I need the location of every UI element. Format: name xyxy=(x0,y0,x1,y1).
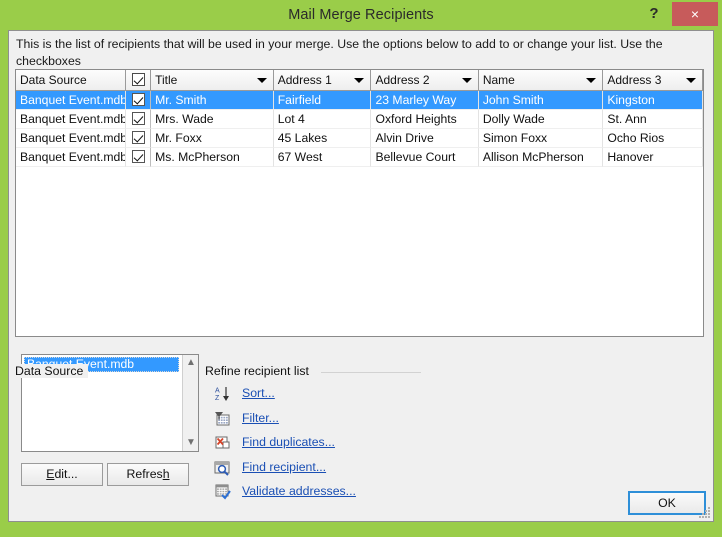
chevron-down-icon[interactable] xyxy=(256,78,267,83)
grid-header-label: Name xyxy=(482,73,515,87)
grid-header-cell-address-1[interactable]: Address 1 xyxy=(273,70,372,90)
cell-name: Allison McPherson xyxy=(478,148,604,167)
refine-item-label[interactable]: Filter... xyxy=(242,410,279,427)
cell-address1: Lot 4 xyxy=(273,110,372,129)
cell-address1: Fairfield xyxy=(273,91,372,110)
grid-header-select-all-checkbox[interactable] xyxy=(126,70,152,90)
row-include-checkbox[interactable] xyxy=(126,148,152,167)
find-duplicates-icon xyxy=(215,436,230,449)
chevron-up-icon[interactable]: ▲ xyxy=(183,355,199,371)
grid-header-cell-name[interactable]: Name xyxy=(478,70,604,90)
check-icon[interactable] xyxy=(131,73,145,86)
grid-header-label: Address 3 xyxy=(607,73,662,87)
refine-item-label[interactable]: Find duplicates... xyxy=(242,434,335,451)
window-title: Mail Merge Recipients xyxy=(288,7,434,23)
cell-data-source: Banquet Event.mdb xyxy=(16,129,127,148)
grid-header-cell-address-2[interactable]: Address 2 xyxy=(371,70,479,90)
cell-address3: Ocho Rios xyxy=(603,129,703,148)
grid-header-cell-title[interactable]: Title xyxy=(151,70,274,90)
chevron-down-icon[interactable] xyxy=(686,78,697,83)
cell-title: Mr. Foxx xyxy=(151,129,274,148)
grid-header-cell-address-3[interactable]: Address 3 xyxy=(603,70,703,90)
refresh-button-accel: h xyxy=(162,467,170,481)
check-icon[interactable] xyxy=(131,112,145,125)
cell-title: Ms. McPherson xyxy=(151,148,274,167)
refine-group-rule xyxy=(321,372,421,373)
cell-data-source: Banquet Event.mdb xyxy=(16,148,127,167)
cell-name: Dolly Wade xyxy=(478,110,604,129)
refine-item-label[interactable]: Validate addresses... xyxy=(242,483,356,500)
close-button[interactable]: × xyxy=(672,2,718,26)
filter-icon xyxy=(215,411,230,425)
grid-body: Banquet Event.mdb Mr. Smith Fairfield 23 Ma… xyxy=(16,91,703,167)
title-bar: Mail Merge Recipients ? × xyxy=(0,0,722,30)
sort-az-icon: AZ xyxy=(215,387,229,402)
check-icon[interactable] xyxy=(131,93,145,106)
cell-address1: 45 Lakes xyxy=(273,129,372,148)
recipients-grid[interactable]: Data Source Title Address 1 Address 2 Name Ad… xyxy=(15,69,704,337)
cell-address1: 67 West xyxy=(273,148,372,167)
resize-grip-icon[interactable] xyxy=(698,506,711,519)
svg-text:Z: Z xyxy=(215,395,220,402)
chevron-down-icon[interactable] xyxy=(586,78,597,83)
grid-header-label: Address 2 xyxy=(375,73,430,87)
edit-button-label: dit... xyxy=(54,467,78,481)
refresh-button-label: Refres xyxy=(126,467,163,481)
cell-address3: Hanover xyxy=(603,148,703,167)
cell-data-source: Banquet Event.mdb xyxy=(16,91,127,110)
cell-address2: Bellevue Court xyxy=(371,148,479,167)
cell-name: Simon Foxx xyxy=(478,129,604,148)
row-include-checkbox[interactable] xyxy=(126,91,152,110)
cell-address3: St. Ann xyxy=(603,110,703,129)
refresh-button[interactable]: Refresh xyxy=(107,463,189,486)
refine-item-label[interactable]: Sort... xyxy=(242,385,275,402)
grid-header-row: Data Source Title Address 1 Address 2 Name Ad… xyxy=(16,70,703,91)
chevron-down-icon[interactable]: ▼ xyxy=(183,435,199,451)
grid-header-label: Address 1 xyxy=(277,73,332,87)
refine-item-label[interactable]: Find recipient... xyxy=(242,459,326,476)
data-source-group-label: Data Source xyxy=(15,364,89,378)
chevron-down-icon[interactable] xyxy=(461,78,472,83)
validate-addresses-icon xyxy=(215,484,231,500)
cell-address3: Kingston xyxy=(603,91,703,110)
ok-button[interactable]: OK xyxy=(628,491,706,515)
mail-merge-recipients-dialog: Mail Merge Recipients ? × This is the li… xyxy=(0,0,722,537)
cell-title: Mr. Smith xyxy=(151,91,274,110)
grid-header-label: Title xyxy=(155,73,178,87)
dialog-client-area: This is the list of recipients that will… xyxy=(8,30,714,522)
find-recipient-icon xyxy=(214,461,230,476)
grid-header-cell-data-source[interactable]: Data Source xyxy=(16,70,127,90)
refine-group-label: Refine recipient list xyxy=(205,364,314,378)
table-row[interactable]: Banquet Event.mdb Mr. Smith Fairfield 23 Ma… xyxy=(16,91,703,110)
data-source-scrollbar[interactable]: ▲ ▼ xyxy=(182,355,198,451)
table-row[interactable]: Banquet Event.mdb Mr. Foxx 45 Lakes Alvin D… xyxy=(16,129,703,148)
row-include-checkbox[interactable] xyxy=(126,110,152,129)
cell-address2: 23 Marley Way xyxy=(371,91,479,110)
cell-data-source: Banquet Event.mdb xyxy=(16,110,127,129)
help-button[interactable]: ? xyxy=(642,2,666,26)
check-icon[interactable] xyxy=(131,150,145,163)
cell-address2: Oxford Heights xyxy=(371,110,479,129)
cell-title: Mrs. Wade xyxy=(151,110,274,129)
edit-button[interactable]: Edit... xyxy=(21,463,103,486)
row-include-checkbox[interactable] xyxy=(126,129,152,148)
cell-address2: Alvin Drive xyxy=(371,129,479,148)
grid-header-label: Data Source xyxy=(20,73,87,87)
cell-name: John Smith xyxy=(478,91,604,110)
svg-text:A: A xyxy=(215,388,220,395)
table-row[interactable]: Banquet Event.mdb Mrs. Wade Lot 4 Oxford He… xyxy=(16,110,703,129)
check-icon[interactable] xyxy=(131,131,145,144)
chevron-down-icon[interactable] xyxy=(354,78,365,83)
table-row[interactable]: Banquet Event.mdb Ms. McPherson 67 West Bel… xyxy=(16,148,703,167)
